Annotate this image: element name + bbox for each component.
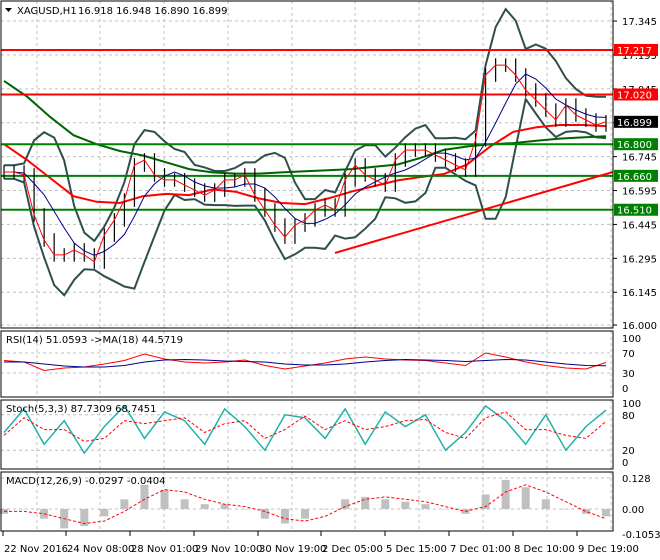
x-tick-label: 30 Nov 19:00 xyxy=(259,544,326,555)
y-tick-label: 100 xyxy=(622,334,641,345)
y-tick-label: 16.145 xyxy=(622,288,657,299)
stoch-d-line xyxy=(3,411,607,442)
macd-histogram-bar xyxy=(321,509,330,510)
level-tag-label: 16.660 xyxy=(617,172,652,183)
y-tick-label: 30 xyxy=(622,369,635,380)
macd-title: MACD(12,26,9) -0.0297 -0.0404 xyxy=(6,476,166,487)
macd-histogram-bar xyxy=(240,509,249,510)
level-tag-label: 17.217 xyxy=(617,46,652,57)
ohlc-label: 16.918 16.948 16.890 16.899 xyxy=(78,6,228,17)
macd-histogram-bar xyxy=(260,509,269,519)
y-tick-label: 80 xyxy=(622,411,635,422)
macd-histogram-bar xyxy=(180,499,189,509)
ma-red-line xyxy=(3,124,607,206)
y-tick-label: 16.000 xyxy=(622,321,657,332)
y-tick-label: 0.00 xyxy=(622,505,644,516)
y-tick-label: 0.128 xyxy=(622,474,651,485)
symbol-dropdown-icon[interactable] xyxy=(5,8,12,12)
level-tag-label: 16.800 xyxy=(617,140,652,151)
level-tag-label: 16.510 xyxy=(617,206,652,217)
y-tick-label: 20 xyxy=(622,446,635,457)
macd-histogram-bar xyxy=(200,504,209,509)
current-price-label: 16.899 xyxy=(617,118,652,129)
macd-histogram-bar xyxy=(120,499,129,509)
y-tick-label: 16.445 xyxy=(622,220,657,231)
y-tick-label: 70 xyxy=(622,349,635,360)
stoch-title: Stoch(5,3,3) 87.7309 68.7451 xyxy=(6,404,157,415)
macd-histogram-bar xyxy=(280,509,289,524)
macd-histogram-bar xyxy=(401,501,410,509)
x-tick-label: 28 Nov 01:00 xyxy=(131,544,198,555)
rsi-title: RSI(14) 51.0593 ->MA(18) 44.5719 xyxy=(6,335,183,346)
y-tick-label: 100 xyxy=(622,399,641,410)
macd-histogram-bar xyxy=(160,489,169,509)
x-tick-label: 22 Nov 2016 xyxy=(4,544,68,555)
y-tick-label: 0 xyxy=(622,384,628,395)
macd-histogram-bar xyxy=(220,504,229,509)
macd-histogram-bar xyxy=(541,499,550,509)
x-tick-label: 8 Dec 10:00 xyxy=(514,544,575,555)
macd-histogram-bar xyxy=(100,509,109,517)
x-tick-label: 9 Dec 19:00 xyxy=(578,544,639,555)
macd-histogram-bar xyxy=(381,499,390,509)
macd-histogram-bar xyxy=(140,484,149,509)
symbol-label: XAGUSD,H1 xyxy=(17,6,77,17)
y-tick-label: 0 xyxy=(622,458,628,469)
macd-histogram-bar xyxy=(521,487,530,509)
y-tick-label: 17.345 xyxy=(622,17,657,28)
macd-histogram-bar xyxy=(20,509,29,510)
x-tick-label: 29 Nov 10:00 xyxy=(195,544,262,555)
x-tick-label: 24 Nov 08:00 xyxy=(67,544,134,555)
trading-chart[interactable]: 22 Nov 201624 Nov 08:0028 Nov 01:0029 No… xyxy=(0,0,660,560)
level-tag-label: 17.020 xyxy=(617,90,652,101)
bollinger-upper xyxy=(4,7,607,243)
x-tick-label: 5 Dec 15:00 xyxy=(386,544,447,555)
x-tick-label: 2 Dec 05:00 xyxy=(322,544,383,555)
macd-histogram-bar xyxy=(421,504,430,509)
y-tick-label: 16.295 xyxy=(622,254,657,265)
y-tick-label: -0.1053 xyxy=(622,530,660,541)
macd-histogram-bar xyxy=(341,499,350,509)
x-tick-label: 7 Dec 01:00 xyxy=(450,544,511,555)
y-tick-label: 16.745 xyxy=(622,153,657,164)
rsi-line xyxy=(3,352,607,372)
y-tick-label: 16.595 xyxy=(622,187,657,198)
macd-histogram-bar xyxy=(301,509,309,519)
macd-histogram-bar xyxy=(441,509,450,510)
macd-histogram-bar xyxy=(561,509,570,510)
macd-histogram-bar xyxy=(602,509,610,517)
